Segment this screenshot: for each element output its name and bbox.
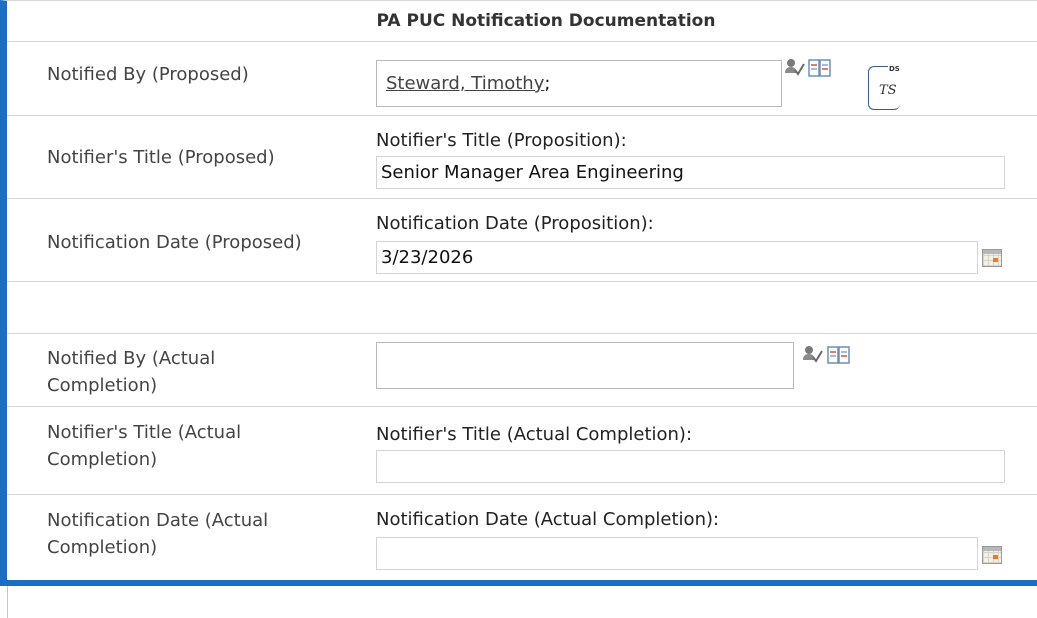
person-link[interactable]: Steward, Timothy xyxy=(386,73,544,94)
person-separator: ; xyxy=(544,73,551,94)
calendar-icon[interactable] xyxy=(982,249,1002,267)
label-date-actual: Notification Date (Actual Completion) xyxy=(47,507,268,561)
check-names-icon[interactable] xyxy=(784,58,806,78)
notified-by-proposed-field[interactable]: Steward, Timothy; xyxy=(376,60,782,107)
address-book-icon[interactable] xyxy=(808,59,832,78)
check-names-icon[interactable] xyxy=(802,345,824,365)
label-notified-by-proposed: Notified By (Proposed) xyxy=(47,64,249,85)
label-line-2: Completion) xyxy=(47,449,158,470)
field-label-title-proposition: Notifier's Title (Proposition): xyxy=(376,130,627,151)
label-line-1: Notifier's Title (Actual xyxy=(47,422,242,443)
title-proposition-input[interactable]: Senior Manager Area Engineering xyxy=(376,156,1005,189)
label-date-proposed: Notification Date (Proposed) xyxy=(47,232,302,253)
frame-edge xyxy=(7,586,8,618)
docusign-tag: DS xyxy=(888,65,901,73)
notified-by-actual-field[interactable] xyxy=(376,342,794,389)
row-date-proposed: Notification Date (Proposed) Notificatio… xyxy=(7,199,1037,282)
section-header: PA PUC Notification Documentation xyxy=(7,1,1037,42)
docusign-badge: DS TS xyxy=(868,65,901,110)
label-line-1: Notified By (Actual xyxy=(47,348,216,369)
row-title-actual: Notifier's Title (Actual Completion) Not… xyxy=(7,407,1037,495)
field-label-date-proposition: Notification Date (Proposition): xyxy=(376,213,654,234)
label-line-2: Completion) xyxy=(47,375,158,396)
row-notified-by-actual: Notified By (Actual Completion) xyxy=(7,334,1037,407)
section-title: PA PUC Notification Documentation xyxy=(376,11,716,31)
docusign-initials: TS xyxy=(879,83,897,98)
address-book-icon[interactable] xyxy=(827,346,851,365)
label-notified-by-actual: Notified By (Actual Completion) xyxy=(47,345,215,399)
field-label-date-actual: Notification Date (Actual Completion): xyxy=(376,509,720,530)
label-line-1: Notification Date (Actual xyxy=(47,510,269,531)
label-title-proposed: Notifier's Title (Proposed) xyxy=(47,147,275,168)
row-title-proposed: Notifier's Title (Proposed) Notifier's T… xyxy=(7,116,1037,199)
spacer-row xyxy=(7,282,1037,334)
date-proposition-input[interactable]: 3/23/2026 xyxy=(376,241,978,274)
field-label-title-actual: Notifier's Title (Actual Completion): xyxy=(376,424,693,445)
calendar-icon[interactable] xyxy=(982,546,1002,564)
label-title-actual: Notifier's Title (Actual Completion) xyxy=(47,419,241,473)
row-notified-by-proposed: Notified By (Proposed) Steward, Timothy;… xyxy=(7,42,1037,116)
label-line-2: Completion) xyxy=(47,537,158,558)
row-date-actual: Notification Date (Actual Completion) No… xyxy=(7,495,1037,580)
title-actual-input[interactable] xyxy=(376,450,1005,483)
date-actual-input[interactable] xyxy=(376,537,978,570)
